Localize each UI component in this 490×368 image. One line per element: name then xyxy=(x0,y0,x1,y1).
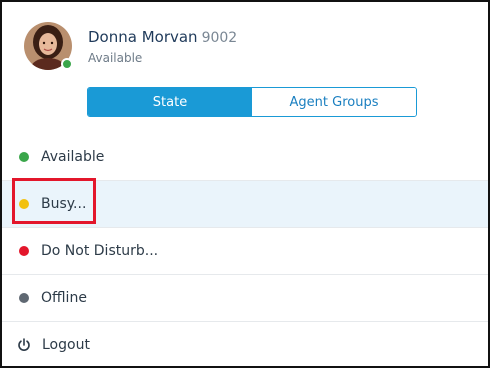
tab-agent-groups[interactable]: Agent Groups xyxy=(252,88,416,116)
status-dot-icon xyxy=(19,199,29,209)
agent-state-panel: Donna Morvan 9002 Available State Agent G… xyxy=(0,0,490,368)
state-label: Busy... xyxy=(41,196,87,212)
avatar-status-dot xyxy=(61,58,73,70)
user-name-line: Donna Morvan 9002 xyxy=(88,28,237,46)
state-label: Offline xyxy=(41,290,87,306)
state-label: Available xyxy=(41,149,105,165)
power-icon xyxy=(18,338,30,351)
state-item-available[interactable]: Available xyxy=(2,134,488,180)
state-list: Available Busy... Do Not Disturb... Offl… xyxy=(2,134,488,366)
tab-bar: State Agent Groups xyxy=(87,87,417,117)
status-dot-icon xyxy=(19,152,29,162)
status-dot-icon xyxy=(19,246,29,256)
logout-label: Logout xyxy=(42,337,90,353)
tab-state[interactable]: State xyxy=(88,88,252,116)
user-name: Donna Morvan xyxy=(88,28,198,46)
status-dot-icon xyxy=(19,293,29,303)
state-item-do-not-disturb[interactable]: Do Not Disturb... xyxy=(2,227,488,274)
user-status-text: Available xyxy=(88,51,143,65)
state-item-busy[interactable]: Busy... xyxy=(2,180,488,227)
state-label: Do Not Disturb... xyxy=(41,243,159,259)
state-item-offline[interactable]: Offline xyxy=(2,274,488,321)
logout-item[interactable]: Logout xyxy=(2,321,488,366)
user-extension: 9002 xyxy=(201,30,238,46)
